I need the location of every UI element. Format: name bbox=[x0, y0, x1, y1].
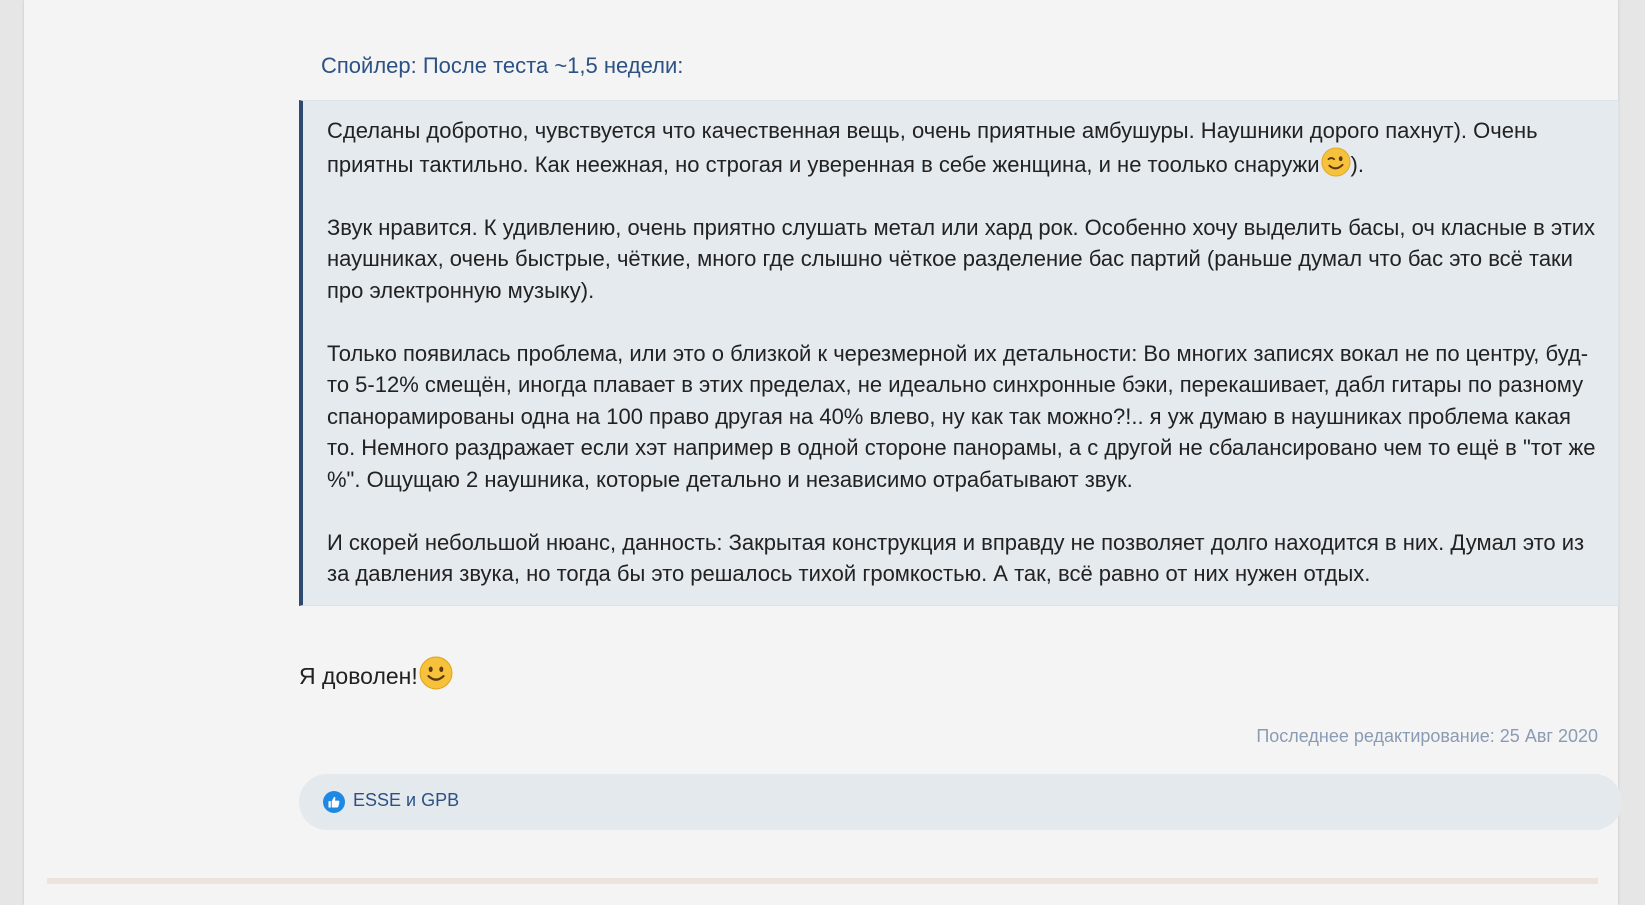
post-body: Спойлер: После теста ~1,5 недели: Сделан… bbox=[299, 0, 1622, 905]
spoiler-paragraph: Сделаны добротно, чувствуется что качест… bbox=[327, 115, 1599, 180]
spoiler-toggle[interactable]: Спойлер: После теста ~1,5 недели: bbox=[321, 53, 683, 79]
spoiler-paragraph: И скорей небольшой нюанс, данность: Закр… bbox=[327, 529, 1585, 587]
post-panel: Спойлер: После теста ~1,5 недели: Сделан… bbox=[24, 0, 1622, 905]
spoiler-text: Сделаны добротно, чувствуется что качест… bbox=[327, 115, 1599, 590]
smile-emoji-icon bbox=[419, 656, 453, 690]
post-divider bbox=[47, 878, 1598, 884]
paragraph-suffix: ). bbox=[1350, 151, 1364, 177]
spoiler-paragraph: Только появилась проблема, или это о бли… bbox=[327, 340, 1596, 492]
thumbs-up-icon bbox=[323, 791, 345, 813]
reactions-bar: ESSE и GPB bbox=[299, 774, 1622, 830]
spoiler-content: Сделаны добротно, чувствуется что качест… bbox=[299, 100, 1619, 606]
page: Спойлер: После теста ~1,5 недели: Сделан… bbox=[0, 0, 1645, 905]
spoiler-paragraph: Звук нравится. К удивлению, очень приятн… bbox=[327, 214, 1596, 303]
closing-line: Я доволен! bbox=[299, 656, 453, 690]
last-edited: Последнее редактирование: 25 Авг 2020 bbox=[1256, 726, 1598, 746]
wink-emoji-icon bbox=[1320, 146, 1351, 177]
closing-text: Я доволен! bbox=[299, 663, 418, 689]
reactions-users-link[interactable]: ESSE и GPB bbox=[353, 790, 459, 811]
